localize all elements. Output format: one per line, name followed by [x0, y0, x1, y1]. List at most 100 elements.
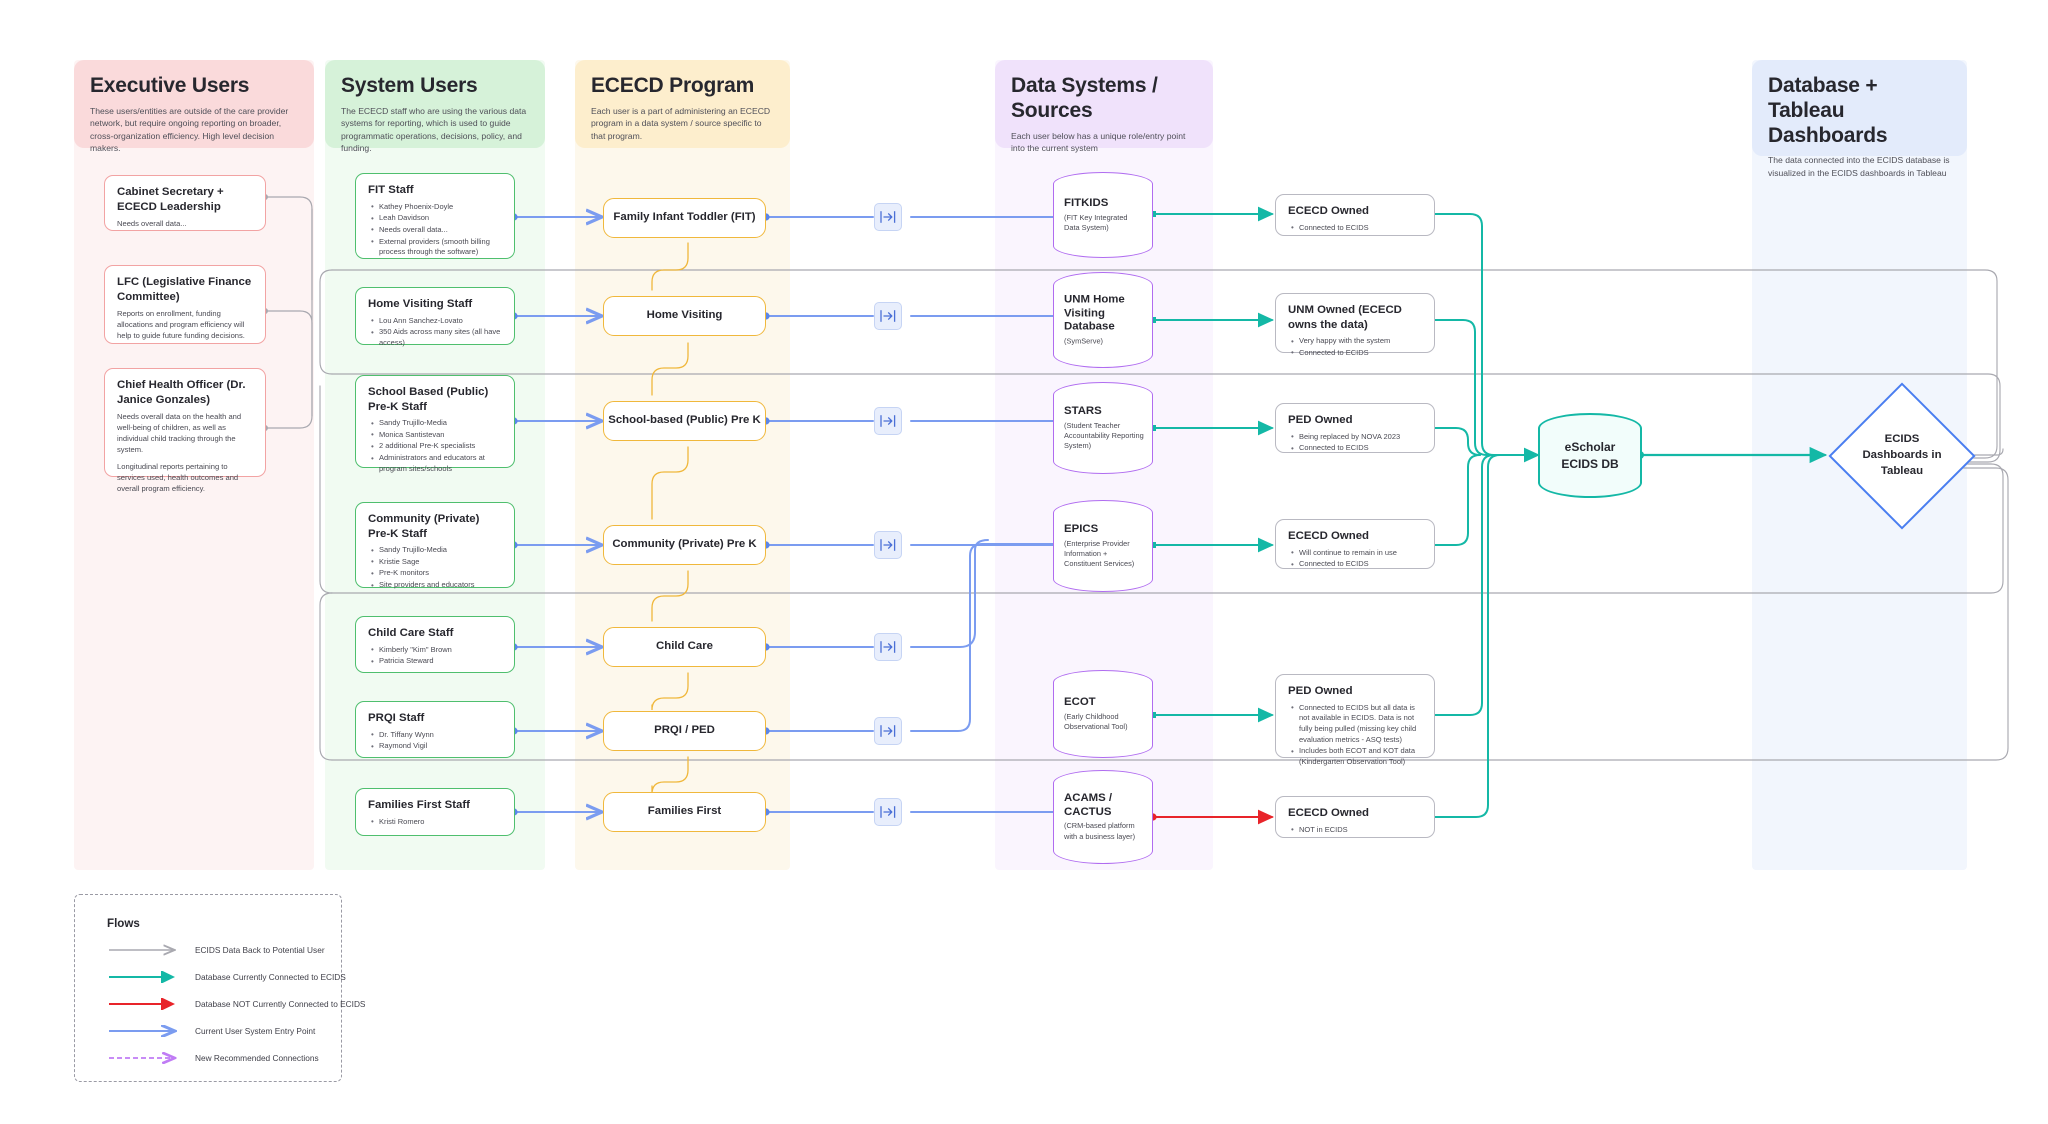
list-item: Connected to ECIDS	[1291, 347, 1423, 359]
list-item: Sandy Trujillo-Media	[371, 545, 503, 556]
legend-item: Current User System Entry Point	[107, 1024, 317, 1038]
legend-label: ECIDS Data Back to Potential User	[195, 945, 325, 955]
data-system-cylinder[interactable]: FITKIDS (FIT Key Integrated Data System)	[1053, 172, 1153, 258]
list-item: Lou Ann Sanchez-Lovato	[371, 315, 503, 327]
column-description: Each user is a part of administering an …	[591, 105, 771, 141]
program-pill[interactable]: PRQI / PED	[603, 711, 766, 751]
program-pill[interactable]: Families First	[603, 792, 766, 832]
cylinder-label: UNM Home Visiting Database (SymServe)	[1064, 293, 1145, 346]
card-title: ECECD Owned	[1288, 807, 1370, 819]
program-pill[interactable]: School-based (Public) Pre K	[603, 401, 766, 441]
list-item: Kristi Romero	[371, 816, 503, 828]
ownership-card[interactable]: PED Owned Being replaced by NOVA 2023 Co…	[1275, 403, 1435, 454]
card-bullet-list: Will continue to remain in use Connected…	[1288, 547, 1423, 570]
data-system-cylinder[interactable]: STARS (Student Teacher Accountability Re…	[1053, 382, 1153, 474]
data-system-name: EPICS	[1064, 522, 1099, 535]
list-item: Needs overall data...	[371, 224, 503, 236]
system-user-card[interactable]: Home Visiting Staff Lou Ann Sanchez-Lova…	[355, 287, 515, 347]
legend-arrow-connected-icon	[109, 971, 175, 983]
system-entry-point-icon[interactable]	[874, 717, 902, 745]
program-label: Families First	[647, 805, 722, 818]
program-label: Child Care	[656, 640, 713, 653]
list-item: Will continue to remain in use	[1291, 547, 1423, 559]
cylinder-label: FITKIDS (FIT Key Integrated Data System)	[1064, 197, 1145, 233]
ownership-card[interactable]: PED Owned Connected to ECIDS but all dat…	[1275, 674, 1435, 766]
login-entry-icon	[880, 725, 896, 737]
program-pill[interactable]: Family Infant Toddler (FIT)	[603, 198, 766, 238]
list-item: Dr. Tiffany Wynn	[371, 729, 503, 741]
data-system-cylinder[interactable]: ACAMS / CACTUS (CRM-based platform with …	[1053, 770, 1153, 864]
escholar-ecids-db[interactable]: eScholar ECIDS DB	[1538, 413, 1642, 498]
system-user-card[interactable]: School Based (Public) Pre-K Staff Sandy …	[355, 375, 515, 473]
data-system-sub: (FIT Key Integrated Data System)	[1064, 212, 1128, 232]
list-item: Sandy Trujillo-Media	[371, 418, 503, 429]
card-note: Reports on enrollment, funding allocatio…	[117, 309, 245, 341]
list-item: Leah Davidson	[371, 213, 503, 224]
legend-arrow-entry-point-icon	[109, 1025, 185, 1037]
system-entry-point-icon[interactable]	[874, 203, 902, 231]
legend-arrow-recommended-icon	[109, 1052, 185, 1064]
data-system-sub: (Early Childhood Observational Tool)	[1064, 711, 1128, 731]
card-title: Chief Health Officer (Dr. Janice Gonzale…	[117, 379, 246, 406]
executive-user-card[interactable]: Chief Health Officer (Dr. Janice Gonzale…	[104, 368, 266, 493]
program-pill[interactable]: Community (Private) Pre K	[603, 525, 766, 565]
data-system-sub: (Enterprise Provider Information + Const…	[1064, 538, 1135, 568]
data-system-cylinder[interactable]: ECOT (Early Childhood Observational Tool…	[1053, 670, 1153, 758]
executive-user-card[interactable]: LFC (Legislative Finance Committee) Repo…	[104, 265, 266, 344]
list-item: Kathey Phoenix-Doyle	[371, 201, 503, 213]
card-title: PED Owned	[1288, 685, 1353, 697]
card-title: LFC (Legislative Finance Committee)	[117, 276, 252, 303]
program-pill[interactable]: Home Visiting	[603, 296, 766, 336]
column-header-program: ECECD Program Each user is a part of adm…	[575, 60, 790, 148]
system-user-card[interactable]: Families First Staff Kristi Romero	[355, 788, 515, 836]
card-note: Needs overall data...	[117, 219, 187, 229]
column-title: Database + Tableau Dashboards	[1768, 74, 1888, 147]
executive-user-card[interactable]: Cabinet Secretary + ECECD Leadership Nee…	[104, 175, 266, 231]
data-system-name: UNM Home Visiting Database	[1064, 293, 1125, 333]
ownership-card[interactable]: ECECD Owned Will continue to remain in u…	[1275, 519, 1435, 570]
legend-item: Database Currently Connected to ECIDS	[107, 970, 346, 984]
card-bullet-list: Connected to ECIDS but all data is not a…	[1288, 702, 1423, 768]
data-system-cylinder[interactable]: UNM Home Visiting Database (SymServe)	[1053, 272, 1153, 368]
data-system-name: ACAMS / CACTUS	[1064, 792, 1113, 818]
system-entry-point-icon[interactable]	[874, 798, 902, 826]
legend-arrow-not-connected-icon	[109, 998, 175, 1010]
system-entry-point-icon[interactable]	[874, 633, 902, 661]
column-header-executive: Executive Users These users/entities are…	[74, 60, 314, 153]
system-user-card[interactable]: FIT Staff Kathey Phoenix-Doyle Leah Davi…	[355, 173, 515, 259]
column-title: Executive Users	[90, 74, 250, 97]
system-user-card[interactable]: PRQI Staff Dr. Tiffany Wynn Raymond Vigi…	[355, 701, 515, 758]
card-title: Families First Staff	[368, 799, 470, 811]
data-system-sub: (Student Teacher Accountability Reportin…	[1064, 420, 1144, 450]
card-bullet-list: Being replaced by NOVA 2023 Connected to…	[1288, 431, 1423, 454]
escholar-label: eScholar ECIDS DB	[1538, 413, 1642, 498]
legend-item: Database NOT Currently Connected to ECID…	[107, 997, 365, 1011]
data-system-name: ECOT	[1064, 695, 1096, 708]
card-title: Community (Private) Pre-K Staff	[368, 513, 480, 540]
program-label: Family Infant Toddler (FIT)	[613, 211, 756, 224]
legend-label: Current User System Entry Point	[195, 1026, 316, 1036]
card-bullet-list: Sandy Trujillo-Media Monica Santistevan …	[368, 418, 503, 474]
data-system-cylinder[interactable]: EPICS (Enterprise Provider Information +…	[1053, 500, 1153, 592]
system-user-card[interactable]: Community (Private) Pre-K Staff Sandy Tr…	[355, 502, 515, 591]
list-item: 2 additional Pre-K specialists	[371, 441, 503, 452]
system-user-card[interactable]: Child Care Staff Kimberly "Kim" Brown Pa…	[355, 616, 515, 673]
ecids-dashboards-tableau[interactable]: ECIDS Dashboards in Tableau	[1828, 382, 1976, 530]
ownership-card[interactable]: ECECD Owned NOT in ECIDS	[1275, 796, 1435, 838]
data-system-sub: (SymServe)	[1064, 336, 1104, 346]
ownership-card[interactable]: UNM Owned (ECECD owns the data) Very hap…	[1275, 293, 1435, 358]
program-pill[interactable]: Child Care	[603, 627, 766, 667]
dashboard-label: ECIDS Dashboards in Tableau	[1828, 382, 1976, 530]
card-title: ECECD Owned	[1288, 205, 1370, 217]
system-entry-point-icon[interactable]	[874, 407, 902, 435]
login-entry-icon	[880, 415, 896, 427]
legend-title: Flows	[107, 917, 140, 930]
list-item: Patricia Steward	[371, 656, 503, 667]
column-description: These users/entities are outside of the …	[90, 105, 289, 154]
system-entry-point-icon[interactable]	[874, 531, 902, 559]
system-entry-point-icon[interactable]	[874, 302, 902, 330]
ownership-card[interactable]: ECECD Owned Connected to ECIDS	[1275, 194, 1435, 236]
card-title: FIT Staff	[368, 184, 414, 196]
card-bullet-list: Connected to ECIDS	[1288, 222, 1423, 234]
card-bullet-list: Sandy Trujillo-Media Kristie Sage Pre-K …	[368, 545, 503, 591]
